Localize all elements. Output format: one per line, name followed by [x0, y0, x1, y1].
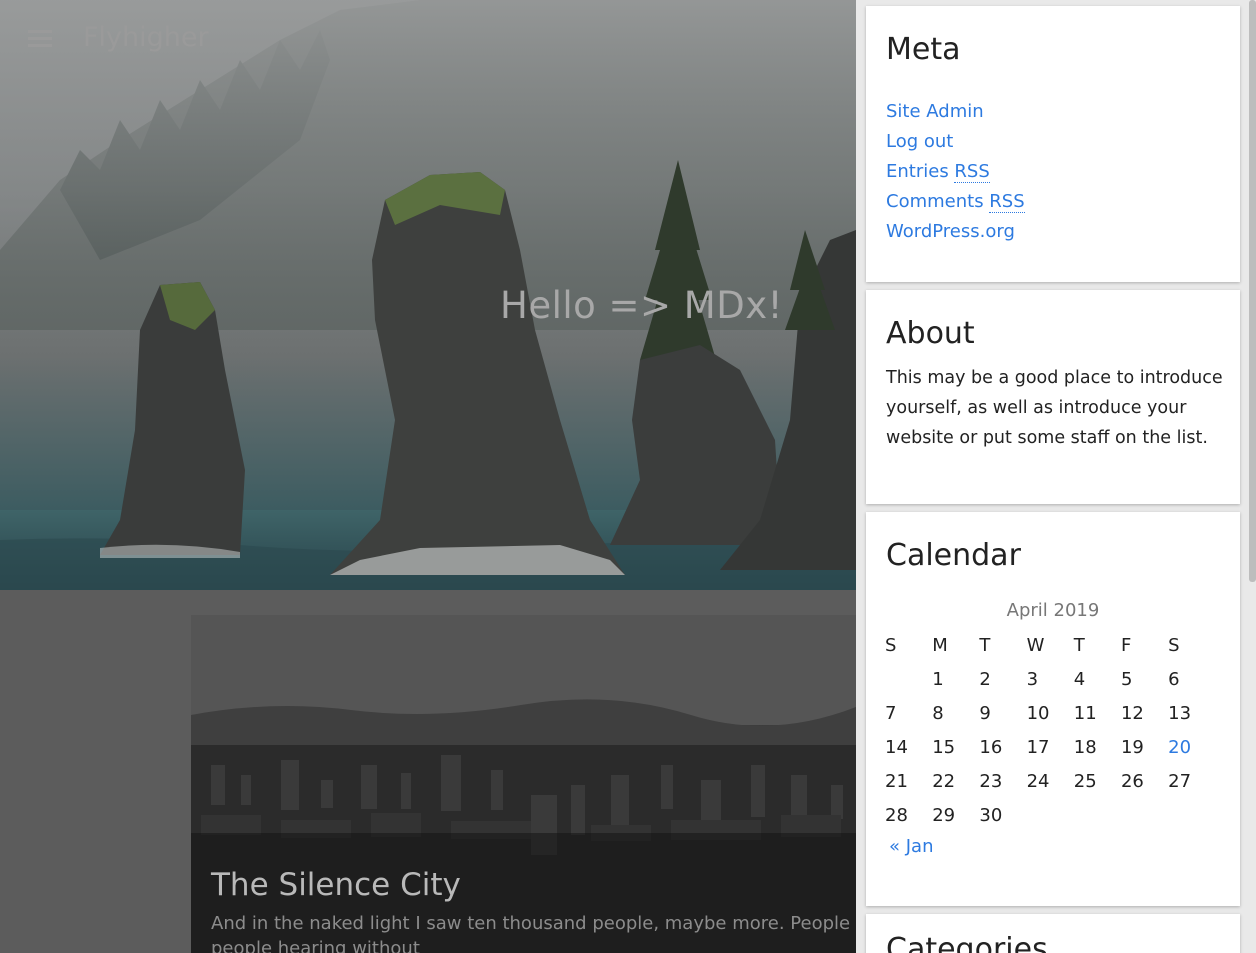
calendar-day-cell: 30 — [979, 804, 1003, 826]
calendar-day-cell: 27 — [1168, 770, 1192, 792]
post-card[interactable]: The Silence City And in the naked light … — [191, 615, 856, 953]
meta-link-item: WordPress.org — [886, 217, 1025, 247]
about-text: This may be a good place to introduce yo… — [886, 368, 1223, 448]
calendar-day-cell: 10 — [1026, 702, 1050, 724]
calendar-week-row: 7 8 9 10 11 12 13 — [885, 696, 1215, 730]
calendar-day-cell — [885, 662, 932, 696]
calendar-day-cell: 2 — [979, 668, 991, 690]
calendar-day-cell: 21 — [885, 770, 908, 792]
about-widget-title: About — [886, 316, 975, 351]
calendar-widget: Calendar April 2019 S M T W T F S 123456… — [866, 512, 1240, 906]
weekday-header: F — [1120, 634, 1132, 656]
calendar-widget-title: Calendar — [886, 538, 1021, 573]
calendar-day-cell: 12 — [1120, 702, 1144, 724]
categories-widget-title: Categories — [886, 932, 1048, 953]
calendar-day-cell: 14 — [885, 736, 908, 758]
weekday-header: T — [979, 634, 991, 656]
comments-rss-prefix: Comments — [886, 191, 990, 212]
calendar-day-cell: 26 — [1120, 770, 1144, 792]
calendar-day-cell — [1168, 798, 1215, 832]
calendar-week-row: 28 29 30 — [885, 798, 1215, 832]
rss-abbr: RSS — [989, 191, 1025, 213]
post-excerpt-line: people hearing without — [211, 938, 420, 953]
calendar-table: S M T W T F S 1 2 3 4 5 6 7 8 9 10 11 12 13 14 15 16 17 1… — [885, 628, 1215, 832]
top-app-bar: Flyhigher — [0, 0, 856, 80]
wordpress-org-link[interactable]: WordPress.org — [886, 221, 1015, 242]
meta-widget-title: Meta — [886, 32, 961, 67]
post-excerpt-line: And in the naked light I saw ten thousan… — [211, 913, 856, 934]
calendar-day-cell — [1121, 798, 1168, 832]
calendar-week-row: 21 22 23 24 25 26 27 — [885, 764, 1215, 798]
calendar-week-row: 1 2 3 4 5 6 — [885, 662, 1215, 696]
hero-headline: Hello => MDx! — [500, 284, 783, 327]
calendar-day-cell: 17 — [1026, 736, 1050, 758]
calendar-week-row: 14 15 16 17 18 19 20 — [885, 730, 1215, 764]
sidebar-drawer: Meta Site Admin Log out Entries RSS Comm… — [856, 0, 1256, 953]
calendar-day-cell: 7 — [885, 702, 897, 724]
calendar-day-cell: 6 — [1168, 668, 1180, 690]
calendar-day-cell: 15 — [932, 736, 956, 758]
weekday-header: S — [885, 634, 897, 656]
meta-link-item: Entries RSS — [886, 157, 1025, 187]
calendar-weekday-row: S M T W T F S — [885, 628, 1215, 662]
calendar-day-cell: 24 — [1026, 770, 1050, 792]
calendar-day-cell: 13 — [1168, 702, 1192, 724]
calendar-day-cell: 1 — [932, 668, 944, 690]
weekday-header: S — [1168, 634, 1180, 656]
calendar-day-cell: 5 — [1120, 668, 1133, 690]
calendar-day-cell: 11 — [1073, 702, 1097, 724]
site-title[interactable]: Flyhigher — [83, 22, 209, 53]
calendar-body: 1 2 3 4 5 6 7 8 9 10 11 12 13 14 15 16 17 18 19 20 21 22 23 24 2… — [885, 662, 1215, 832]
meta-link-item: Comments RSS — [886, 187, 1025, 217]
calendar-day-cell: 29 — [932, 804, 956, 826]
scrollbar-thumb[interactable] — [1249, 0, 1256, 582]
calendar-caption: April 2019 — [1006, 600, 1100, 621]
calendar-day-cell: 18 — [1073, 736, 1097, 758]
meta-links: Site Admin Log out Entries RSS Comments … — [886, 97, 1025, 247]
about-widget: About This may be a good place to introd… — [866, 290, 1240, 504]
weekday-header: T — [1073, 634, 1085, 656]
meta-link-item: Site Admin — [886, 97, 1025, 127]
calendar-day-cell: 9 — [979, 702, 991, 724]
post-title[interactable]: The Silence City — [211, 867, 461, 903]
calendar-prev-month-link[interactable]: « Jan — [889, 836, 933, 857]
meta-widget: Meta Site Admin Log out Entries RSS Comm… — [866, 6, 1240, 282]
calendar-day-cell: 19 — [1120, 736, 1144, 758]
calendar-day-link[interactable]: 20 — [1168, 737, 1191, 758]
entries-rss-prefix: Entries — [886, 161, 955, 182]
comments-rss-link[interactable]: Comments RSS — [886, 191, 1025, 213]
hero-banner: Flyhigher Hello => MDx! — [0, 0, 856, 590]
page: Flyhigher Hello => MDx! The Silence City… — [0, 0, 1256, 953]
calendar-day-cell: 4 — [1073, 668, 1086, 690]
calendar-day-cell: 25 — [1073, 770, 1097, 792]
calendar-day-cell: 8 — [932, 702, 944, 724]
categories-widget: Categories — [866, 914, 1240, 953]
calendar-day-cell — [1074, 798, 1121, 832]
calendar-day-cell: 16 — [979, 736, 1003, 758]
calendar-day-cell: 23 — [979, 770, 1003, 792]
hamburger-menu-icon[interactable] — [28, 30, 52, 50]
entries-rss-link[interactable]: Entries RSS — [886, 161, 990, 183]
weekday-header: W — [1026, 634, 1045, 656]
post-excerpt: And in the naked light I saw ten thousan… — [211, 911, 856, 953]
weekday-header: M — [932, 634, 948, 656]
sidebar-scrollbar[interactable] — [1249, 0, 1256, 953]
calendar-day-cell: 20 — [1168, 730, 1215, 764]
calendar-day-cell: 3 — [1026, 668, 1039, 690]
calendar-day-cell: 28 — [885, 804, 908, 826]
log-out-link[interactable]: Log out — [886, 131, 953, 152]
calendar-day-cell: 22 — [932, 770, 956, 792]
rss-abbr: RSS — [954, 161, 990, 183]
meta-link-item: Log out — [886, 127, 1025, 157]
calendar-day-cell — [1027, 798, 1074, 832]
site-admin-link[interactable]: Site Admin — [886, 101, 984, 122]
